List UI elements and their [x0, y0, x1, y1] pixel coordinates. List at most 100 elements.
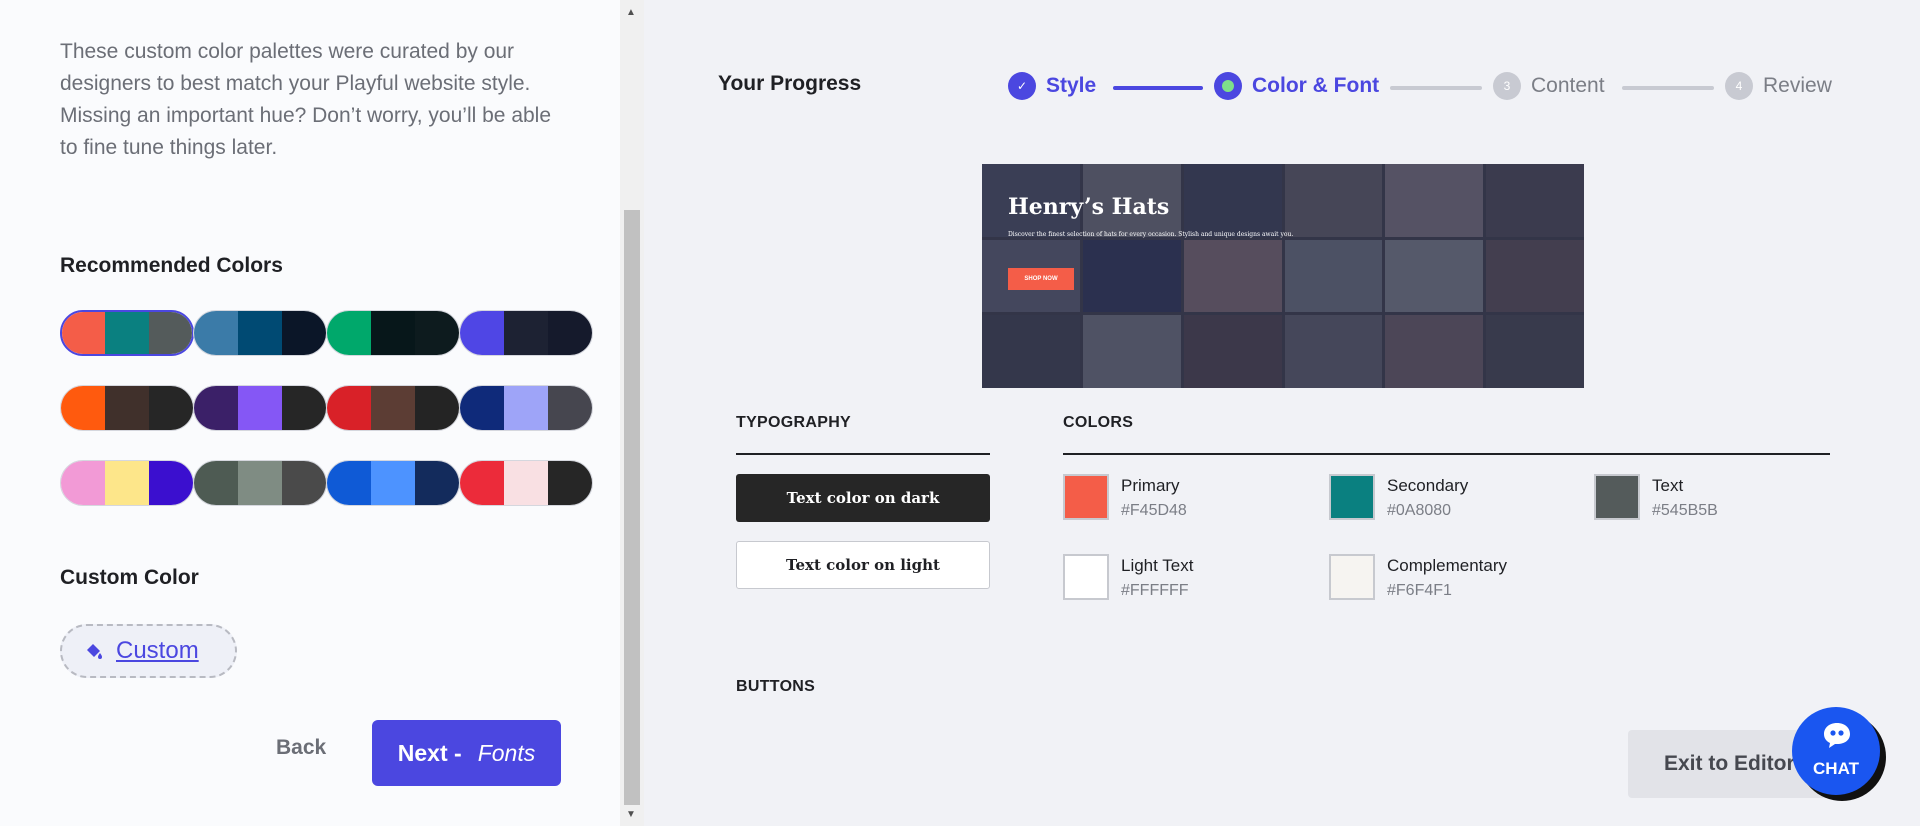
palette-color-2	[238, 311, 282, 355]
back-button[interactable]: Back	[276, 736, 326, 760]
color-secondary[interactable]: Secondary #0A8080	[1329, 474, 1468, 520]
custom-color-title: Custom Color	[60, 566, 199, 589]
scroll-down-arrow-icon[interactable]: ▼	[626, 810, 636, 820]
palette-color-3	[148, 312, 192, 354]
light-text-name: Light Text	[1121, 556, 1194, 575]
text-swatch[interactable]	[1594, 474, 1640, 520]
palette-color-2	[371, 386, 415, 430]
recommended-colors-title: Recommended Colors	[60, 254, 283, 277]
secondary-swatch[interactable]	[1329, 474, 1375, 520]
palette-color-2	[105, 386, 149, 430]
step-style[interactable]: ✓ Style	[1008, 72, 1096, 100]
progress-line-1	[1113, 86, 1203, 90]
typography-heading: TYPOGRAPHY	[736, 414, 852, 431]
palette-option-3[interactable]	[326, 310, 460, 356]
palette-option-7[interactable]	[326, 385, 460, 431]
palette-color-2	[105, 312, 149, 354]
palette-option-6[interactable]	[193, 385, 327, 431]
complementary-hex: #F6F4F1	[1387, 582, 1452, 599]
palette-color-3	[415, 461, 459, 505]
palette-color-3	[548, 461, 592, 505]
typography-divider	[736, 453, 990, 455]
step-content-label: Content	[1531, 74, 1605, 97]
palette-option-11[interactable]	[326, 460, 460, 506]
palette-color-1	[327, 386, 371, 430]
paint-bucket-icon	[87, 644, 102, 659]
custom-color-button[interactable]: Custom	[60, 624, 237, 678]
preview-title: Henry’s Hats	[1008, 194, 1170, 220]
color-complementary[interactable]: Complementary #F6F4F1	[1329, 554, 1507, 600]
colors-heading: COLORS	[1063, 414, 1134, 431]
left-panel: These custom color palettes were curated…	[0, 0, 620, 826]
primary-swatch[interactable]	[1063, 474, 1109, 520]
palette-color-2	[238, 461, 282, 505]
progress-line-3	[1622, 86, 1714, 90]
palette-option-8[interactable]	[459, 385, 593, 431]
color-primary[interactable]: Primary #F45D48	[1063, 474, 1187, 520]
buttons-heading: BUTTONS	[736, 678, 816, 695]
color-light-text[interactable]: Light Text #FFFFFF	[1063, 554, 1193, 600]
palette-color-1	[61, 386, 105, 430]
palette-color-3	[282, 461, 326, 505]
palette-option-10[interactable]	[193, 460, 327, 506]
light-text-hex: #FFFFFF	[1121, 582, 1189, 599]
chat-bubble-icon	[1824, 723, 1850, 748]
palette-color-3	[149, 386, 193, 430]
scrollbar-thumb[interactable]	[624, 210, 640, 805]
check-icon: ✓	[1008, 72, 1036, 100]
light-text-swatch[interactable]	[1063, 554, 1109, 600]
palette-color-3	[149, 461, 193, 505]
step-color-font[interactable]: Color & Font	[1214, 72, 1379, 100]
next-fonts-button[interactable]: Next - Fonts	[372, 720, 561, 786]
palette-color-3	[548, 311, 592, 355]
palette-color-1	[460, 311, 504, 355]
step-number-3: 3	[1493, 72, 1521, 100]
left-scrollbar[interactable]: ▲ ▼	[620, 0, 644, 826]
palette-intro-text: These custom color palettes were curated…	[60, 40, 552, 159]
step-number-4: 4	[1725, 72, 1753, 100]
palette-option-1[interactable]	[60, 310, 194, 356]
step-content[interactable]: 3 Content	[1493, 72, 1605, 100]
palette-color-3	[415, 311, 459, 355]
palette-color-3	[548, 386, 592, 430]
palette-color-2	[238, 386, 282, 430]
palette-option-9[interactable]	[60, 460, 194, 506]
palette-color-2	[504, 461, 548, 505]
palette-option-2[interactable]	[193, 310, 327, 356]
color-text[interactable]: Text #545B5B	[1594, 474, 1718, 520]
complementary-name: Complementary	[1387, 556, 1507, 575]
palette-color-2	[504, 311, 548, 355]
palette-color-1	[327, 461, 371, 505]
progress-title: Your Progress	[718, 72, 862, 95]
palette-color-1	[460, 386, 504, 430]
complementary-swatch[interactable]	[1329, 554, 1375, 600]
step-review-label: Review	[1763, 74, 1832, 97]
palette-color-1	[327, 311, 371, 355]
chat-button[interactable]: CHAT	[1792, 707, 1880, 795]
step-style-label: Style	[1046, 74, 1097, 97]
progress-line-2	[1390, 86, 1482, 90]
scroll-up-arrow-icon[interactable]: ▲	[626, 8, 636, 18]
colors-divider	[1063, 453, 1830, 455]
next-sub-label: Fonts	[477, 739, 536, 766]
chat-label: CHAT	[1813, 759, 1859, 778]
palette-color-1	[194, 461, 238, 505]
text-on-dark-sample[interactable]: Text color on dark	[736, 474, 990, 522]
palette-option-12[interactable]	[459, 460, 593, 506]
palette-color-2	[105, 461, 149, 505]
secondary-hex: #0A8080	[1387, 502, 1452, 519]
text-on-light-sample[interactable]: Text color on light	[736, 541, 990, 589]
primary-name: Primary	[1121, 476, 1180, 495]
secondary-name: Secondary	[1387, 476, 1469, 495]
palette-color-3	[282, 311, 326, 355]
current-step-icon	[1214, 72, 1242, 100]
palette-color-2	[371, 461, 415, 505]
palette-color-3	[415, 386, 459, 430]
step-review[interactable]: 4 Review	[1725, 72, 1832, 100]
palette-color-1	[61, 461, 105, 505]
palette-option-5[interactable]	[60, 385, 194, 431]
palette-option-4[interactable]	[459, 310, 593, 356]
palette-color-1	[194, 386, 238, 430]
palette-color-2	[371, 311, 415, 355]
next-label: Next -	[397, 739, 462, 766]
